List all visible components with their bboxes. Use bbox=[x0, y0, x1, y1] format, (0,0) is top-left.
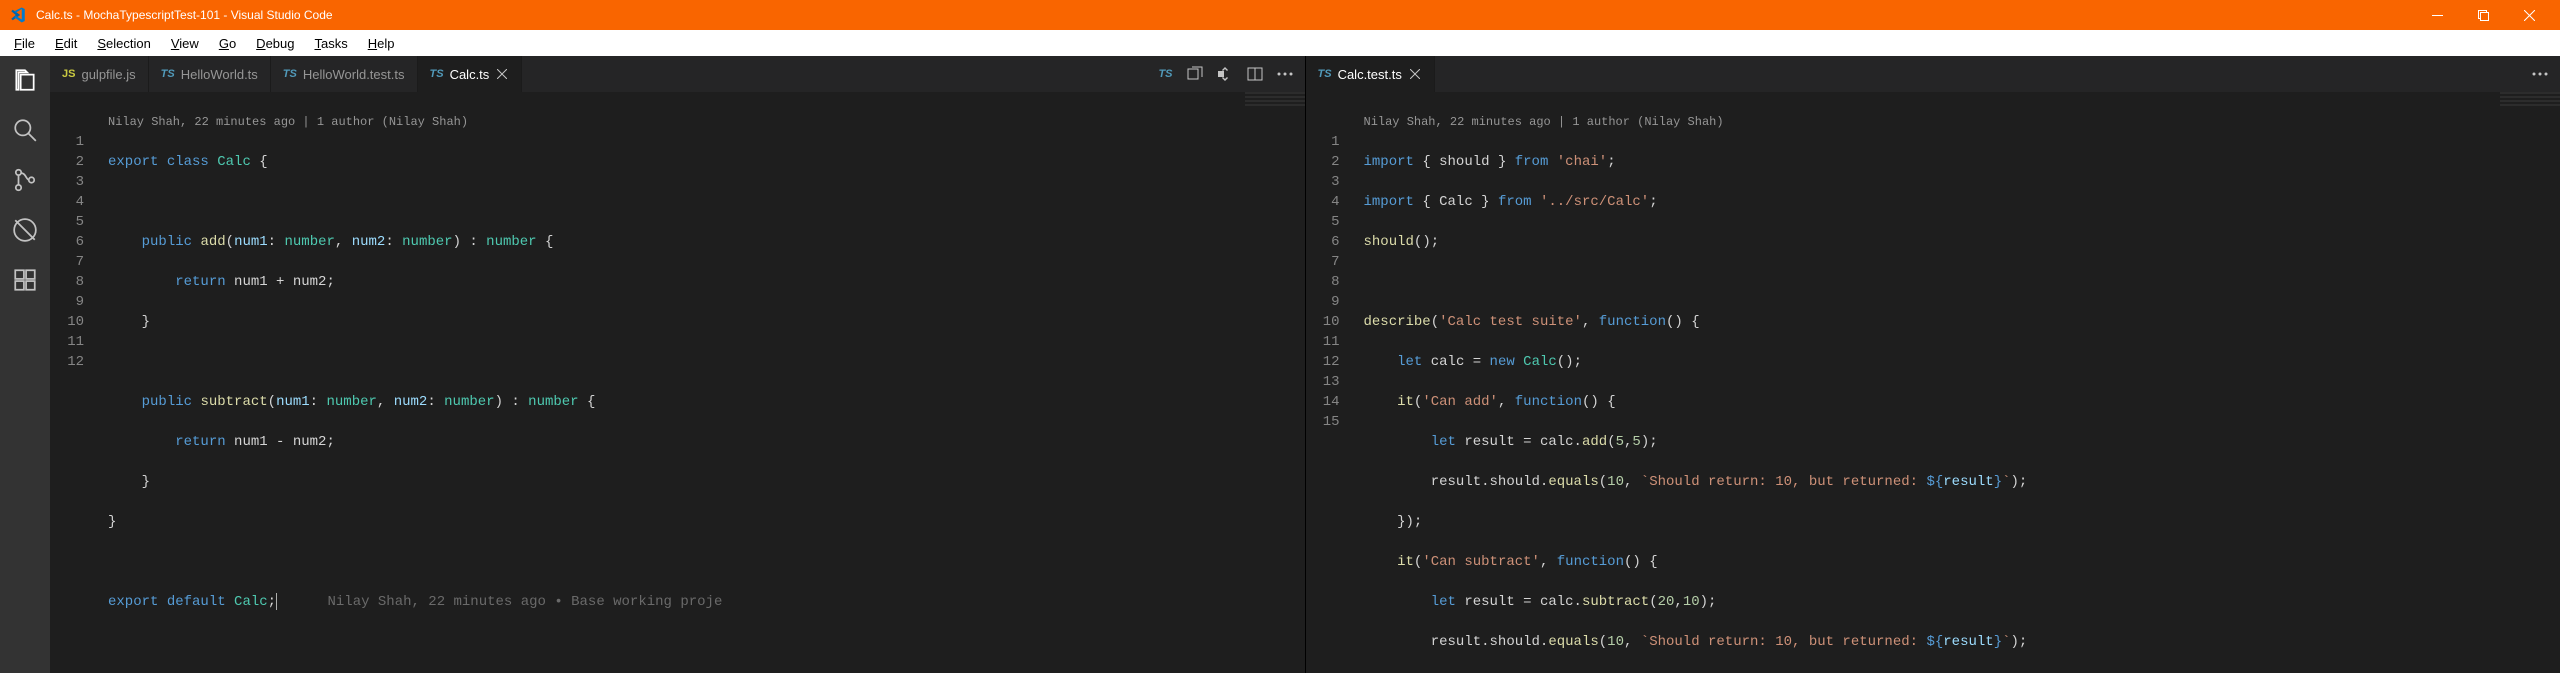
code-content-left[interactable]: Nilay Shah, 22 minutes ago | 1 author (N… bbox=[100, 92, 1305, 673]
line-numbers: 123456789101112131415 bbox=[1306, 92, 1356, 673]
js-lang-icon: JS bbox=[62, 68, 75, 80]
menu-go[interactable]: Go bbox=[209, 34, 246, 53]
search-icon[interactable] bbox=[11, 116, 39, 144]
explorer-icon[interactable] bbox=[11, 66, 39, 94]
menu-file[interactable]: File bbox=[4, 34, 45, 53]
close-icon[interactable] bbox=[1408, 67, 1422, 81]
split-editor-icon[interactable] bbox=[1247, 66, 1263, 82]
tab-label: Calc.test.ts bbox=[1338, 67, 1402, 82]
tab-label: HelloWorld.test.ts bbox=[303, 67, 405, 82]
extensions-icon[interactable] bbox=[11, 266, 39, 294]
compare-changes-icon[interactable] bbox=[1187, 66, 1203, 82]
open-changes-icon[interactable] bbox=[1217, 66, 1233, 82]
tab-calc[interactable]: TS Calc.ts bbox=[418, 56, 523, 92]
ts-lang-icon: TS bbox=[430, 68, 444, 80]
debug-icon[interactable] bbox=[11, 216, 39, 244]
tab-helloworld[interactable]: TS HelloWorld.ts bbox=[149, 56, 271, 92]
ts-lang-icon: TS bbox=[1158, 68, 1172, 80]
tab-label: Calc.ts bbox=[450, 67, 490, 82]
tab-gulpfile[interactable]: JS gulpfile.js bbox=[50, 56, 149, 92]
tab-actions-right bbox=[2520, 56, 2560, 92]
minimize-button[interactable] bbox=[2414, 0, 2460, 30]
tabs-left: JS gulpfile.js TS HelloWorld.ts TS HelloWor… bbox=[50, 56, 1305, 92]
window-title: Calc.ts - MochaTypescriptTest-101 - Visu… bbox=[36, 8, 2414, 22]
ts-lang-icon: TS bbox=[283, 68, 297, 80]
text-cursor bbox=[276, 593, 277, 610]
maximize-button[interactable] bbox=[2460, 0, 2506, 30]
menu-selection[interactable]: Selection bbox=[87, 34, 160, 53]
gitlens-blame-annotation: Nilay Shah, 22 minutes ago • Base workin… bbox=[327, 594, 722, 610]
close-icon[interactable] bbox=[495, 67, 509, 81]
code-area-left[interactable]: 123456789101112 Nilay Shah, 22 minutes a… bbox=[50, 92, 1305, 673]
code-content-right[interactable]: Nilay Shah, 22 minutes ago | 1 author (N… bbox=[1356, 92, 2560, 673]
ts-lang-icon: TS bbox=[161, 68, 175, 80]
editor-group-1: JS gulpfile.js TS HelloWorld.ts TS HelloWor… bbox=[50, 56, 1305, 673]
tab-label: gulpfile.js bbox=[81, 67, 135, 82]
main-area: JS gulpfile.js TS HelloWorld.ts TS HelloWor… bbox=[0, 56, 2560, 673]
tab-actions-left: TS bbox=[1146, 56, 1304, 92]
menubar: File Edit Selection View Go Debug Tasks … bbox=[0, 30, 2560, 56]
editors-region: JS gulpfile.js TS HelloWorld.ts TS HelloWor… bbox=[50, 56, 2560, 673]
menu-tasks[interactable]: Tasks bbox=[304, 34, 357, 53]
menu-view[interactable]: View bbox=[161, 34, 209, 53]
code-lens[interactable]: Nilay Shah, 22 minutes ago | 1 author (N… bbox=[1364, 112, 2560, 132]
tab-calc-test[interactable]: TS Calc.test.ts bbox=[1306, 56, 1435, 92]
tab-helloworld-test[interactable]: TS HelloWorld.test.ts bbox=[271, 56, 418, 92]
editor-group-2: TS Calc.test.ts 123456789101112131415 Nil… bbox=[1305, 56, 2560, 673]
more-actions-icon[interactable] bbox=[1277, 72, 1293, 76]
titlebar: Calc.ts - MochaTypescriptTest-101 - Visu… bbox=[0, 0, 2560, 30]
window-controls bbox=[2414, 0, 2552, 30]
code-lens[interactable]: Nilay Shah, 22 minutes ago | 1 author (N… bbox=[108, 112, 1305, 132]
menu-help[interactable]: Help bbox=[358, 34, 405, 53]
menu-edit[interactable]: Edit bbox=[45, 34, 87, 53]
tabs-right: TS Calc.test.ts bbox=[1306, 56, 2560, 92]
vscode-logo-icon bbox=[8, 5, 28, 25]
close-button[interactable] bbox=[2506, 0, 2552, 30]
ts-lang-icon: TS bbox=[1318, 68, 1332, 80]
code-area-right[interactable]: 123456789101112131415 Nilay Shah, 22 min… bbox=[1306, 92, 2560, 673]
activity-bar bbox=[0, 56, 50, 673]
tab-label: HelloWorld.ts bbox=[181, 67, 258, 82]
more-actions-icon[interactable] bbox=[2532, 72, 2548, 76]
line-numbers: 123456789101112 bbox=[50, 92, 100, 673]
menu-debug[interactable]: Debug bbox=[246, 34, 304, 53]
source-control-icon[interactable] bbox=[11, 166, 39, 194]
